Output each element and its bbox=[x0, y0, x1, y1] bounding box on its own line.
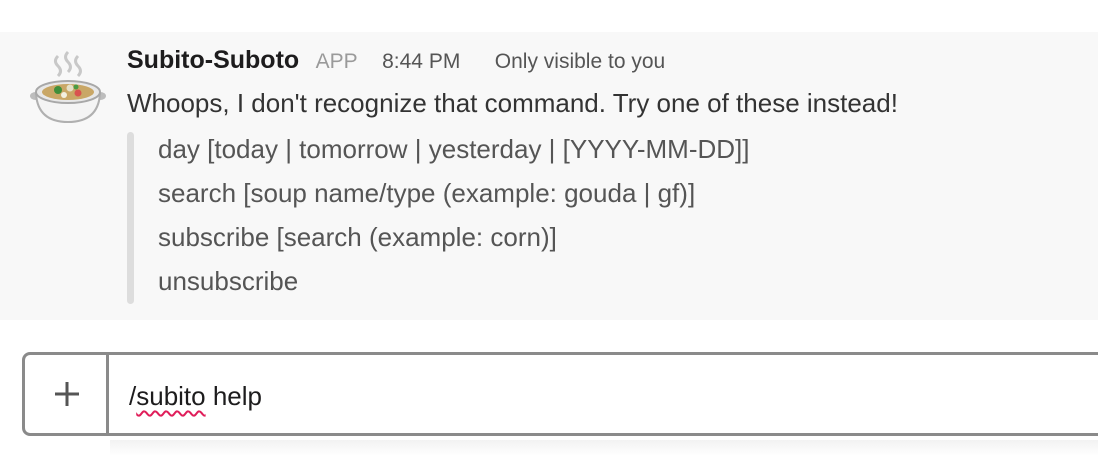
command-item: subscribe [search (example: corn)] bbox=[158, 222, 557, 252]
message-header: Subito-Suboto APP 8:44 PM Only visible t… bbox=[127, 46, 665, 78]
command-item: day [today | tomorrow | yesterday | [YYY… bbox=[158, 134, 750, 164]
command-item: unsubscribe bbox=[158, 266, 299, 296]
message-timestamp[interactable]: 8:44 PM bbox=[382, 50, 460, 74]
add-attachment-button[interactable] bbox=[25, 355, 109, 433]
attachment-bar bbox=[127, 132, 134, 304]
command-item: search [soup name/type (example: gouda |… bbox=[158, 178, 696, 208]
plus-icon bbox=[55, 382, 79, 406]
command-list: day [today | tomorrow | yesterday | [YYY… bbox=[127, 132, 1027, 304]
app-badge: APP bbox=[315, 50, 358, 73]
message-text: Whoops, I don't recognize that command. … bbox=[127, 88, 898, 118]
visibility-note: Only visible to you bbox=[494, 50, 666, 73]
composer-shadow bbox=[110, 440, 1098, 456]
message-input[interactable]: /subito help bbox=[129, 381, 262, 412]
bot-name[interactable]: Subito-Suboto bbox=[127, 46, 299, 75]
message-composer[interactable]: /subito help bbox=[22, 352, 1098, 436]
misspelled-word[interactable]: subito bbox=[136, 381, 205, 411]
input-suffix: help bbox=[205, 381, 263, 411]
bot-message: Subito-Suboto APP 8:44 PM Only visible t… bbox=[0, 32, 1098, 320]
soup-pot-icon[interactable] bbox=[30, 50, 106, 126]
